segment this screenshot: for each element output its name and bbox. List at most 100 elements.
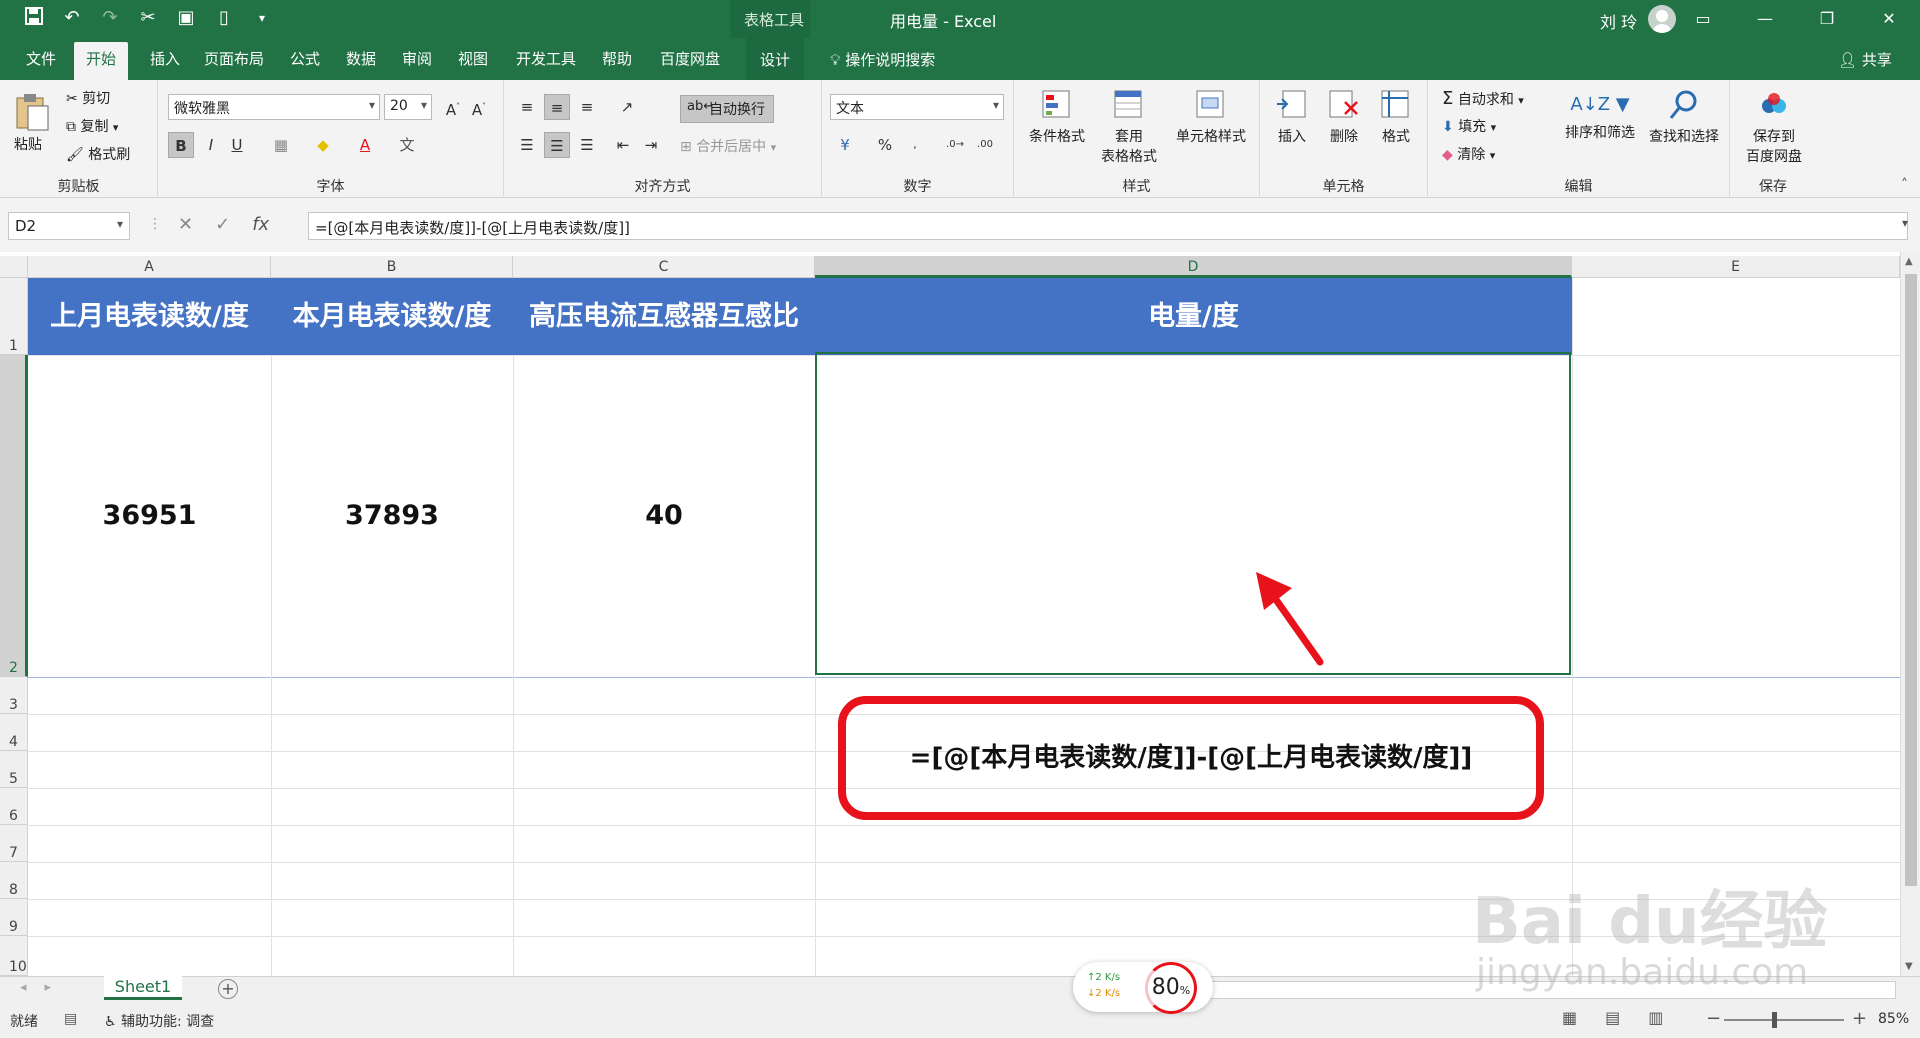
row-header-8[interactable]: 8 — [0, 862, 28, 899]
phonetic-icon[interactable]: 文 — [394, 132, 420, 158]
tab-insert[interactable]: 插入 — [144, 46, 186, 71]
tab-review[interactable]: 审阅 — [396, 46, 438, 71]
tab-view[interactable]: 视图 — [452, 46, 494, 71]
font-name-combo[interactable]: 微软雅黑 — [168, 94, 380, 120]
row-header-9[interactable]: 9 — [0, 899, 28, 936]
accessibility-status[interactable]: ♿︎ 辅助功能: 调查 — [104, 1011, 214, 1031]
restore-icon[interactable]: ❐ — [1796, 0, 1858, 38]
number-format-combo[interactable]: 文本 — [830, 94, 1004, 120]
save-to-netdisk-button[interactable]: 保存到 百度网盘 — [1736, 88, 1812, 166]
insert-function-icon[interactable]: fx — [252, 214, 269, 235]
cut-icon[interactable]: ✂ — [136, 6, 160, 30]
cut-button[interactable]: ✂ 剪切 — [66, 88, 110, 108]
borders-icon[interactable]: ▦ — [268, 132, 294, 158]
collapse-ribbon-icon[interactable]: ˄ — [1901, 177, 1908, 193]
network-speed-widget[interactable]: ↑2 K/s ↓2 K/s 80% — [1073, 962, 1213, 1014]
sheet-nav-arrows[interactable]: ◂▸ — [20, 980, 69, 995]
customize-qat-icon[interactable]: ▾ — [250, 6, 274, 30]
column-header-e[interactable]: E — [1572, 256, 1900, 278]
worksheet-grid[interactable]: A B C D E 1 2 3 4 5 6 7 8 9 10 上月电表读数/度 … — [0, 252, 1920, 976]
row-header-1[interactable]: 1 — [0, 278, 28, 355]
find-select-button[interactable]: 查找和选择 — [1642, 88, 1726, 146]
column-header-b[interactable]: B — [271, 256, 513, 278]
row-header-2[interactable]: 2 — [0, 355, 28, 677]
tab-design[interactable]: 设计 — [746, 38, 805, 80]
row-header-4[interactable]: 4 — [0, 714, 28, 751]
tell-me-search[interactable]: 💡︎ 操作说明搜索 — [830, 49, 935, 70]
cell-b2[interactable]: 37893 — [271, 355, 513, 677]
clear-button[interactable]: ◆ 清除 ▾ — [1442, 144, 1495, 164]
increase-font-icon[interactable]: A˄ — [440, 94, 466, 120]
sort-filter-button[interactable]: A↓Z ▼ 排序和筛选 — [1562, 88, 1638, 142]
align-right-icon[interactable]: ☰ — [574, 132, 600, 158]
format-cells-button[interactable]: 格式 — [1374, 88, 1418, 146]
insert-cells-button[interactable]: 插入 — [1270, 88, 1314, 146]
decrease-font-icon[interactable]: A˅ — [466, 94, 492, 120]
normal-view-icon[interactable]: ▦ — [1562, 1008, 1577, 1027]
conditional-format-button[interactable]: 条件格式 — [1024, 88, 1090, 146]
format-as-table-button[interactable]: 套用 表格格式 — [1094, 88, 1164, 166]
table-header-b[interactable]: 本月电表读数/度 — [271, 278, 513, 355]
decrease-indent-icon[interactable]: ⇤ — [610, 132, 636, 158]
column-header-c[interactable]: C — [513, 256, 815, 278]
tab-developer[interactable]: 开发工具 — [510, 46, 582, 71]
align-left-icon[interactable]: ☰ — [514, 132, 540, 158]
tab-page-layout[interactable]: 页面布局 — [198, 46, 270, 71]
column-header-d[interactable]: D — [815, 256, 1572, 278]
enter-icon[interactable]: ✓ — [215, 214, 230, 235]
minimize-icon[interactable]: — — [1734, 0, 1796, 38]
scroll-up-icon[interactable]: ▲ — [1905, 256, 1913, 267]
add-sheet-icon[interactable]: + — [218, 979, 238, 999]
row-header-3[interactable]: 3 — [0, 677, 28, 714]
scroll-down-icon[interactable]: ▼ — [1905, 961, 1913, 972]
increase-decimal-icon[interactable]: .0→ — [942, 132, 968, 158]
page-layout-view-icon[interactable]: ▤ — [1605, 1008, 1620, 1027]
tab-formulas[interactable]: 公式 — [284, 46, 326, 71]
new-document-icon[interactable]: ▯ — [212, 6, 236, 30]
close-icon[interactable]: ✕ — [1858, 0, 1920, 38]
format-painter-button[interactable]: 🖌︎ 格式刷 — [66, 144, 130, 164]
font-color-icon[interactable]: A — [352, 132, 378, 158]
comma-style-icon[interactable]: , — [902, 132, 928, 158]
copy-button[interactable]: ⧉ 复制 ▾ — [66, 116, 118, 136]
user-name[interactable]: 刘 玲 — [1600, 9, 1637, 33]
table-header-c[interactable]: 高压电流互感器互感比 — [513, 278, 815, 355]
tab-home[interactable]: 开始 — [74, 42, 129, 80]
zoom-level[interactable]: 85% — [1878, 1011, 1909, 1027]
table-header-d[interactable]: 电量/度 — [815, 278, 1572, 355]
redo-icon[interactable]: ↷ — [98, 6, 122, 30]
undo-icon[interactable]: ↶ — [60, 6, 84, 30]
formula-input[interactable]: =[@[本月电表读数/度]]-[@[上月电表读数/度]] — [308, 212, 1908, 240]
italic-button[interactable]: I — [198, 132, 224, 158]
row-header-6[interactable]: 6 — [0, 788, 28, 825]
bold-button[interactable]: B — [168, 132, 194, 158]
expand-formula-icon[interactable]: ▾ — [1902, 216, 1908, 230]
delete-cells-button[interactable]: 删除 — [1322, 88, 1366, 146]
share-button[interactable]: 👤︎ 共享 — [1838, 49, 1892, 70]
cell-styles-button[interactable]: 单元格样式 — [1168, 88, 1254, 146]
accounting-format-icon[interactable]: ¥ — [832, 132, 858, 158]
zoom-slider[interactable] — [1724, 1012, 1844, 1028]
page-break-view-icon[interactable]: ▥ — [1648, 1008, 1663, 1027]
macro-record-icon[interactable]: ▤ — [64, 1011, 77, 1027]
orientation-icon[interactable]: ↗ — [614, 94, 640, 120]
zoom-out-button[interactable]: − — [1706, 1008, 1721, 1029]
paste-button[interactable]: 粘贴 — [14, 92, 58, 162]
row-header-10[interactable]: 10 — [0, 936, 28, 976]
fill-button[interactable]: ⬇ 填充 ▾ — [1442, 116, 1496, 136]
cell-d2[interactable]: =[@[本月电表读数/度]]-[@[上月电表读数/度]] — [846, 704, 1536, 812]
autosum-button[interactable]: Σ 自动求和 ▾ — [1442, 88, 1524, 109]
name-box[interactable]: D2 — [8, 212, 130, 240]
horizontal-scrollbar[interactable] — [1196, 981, 1896, 999]
tab-data[interactable]: 数据 — [340, 46, 382, 71]
tab-baidu-netdisk[interactable]: 百度网盘 — [654, 46, 726, 71]
align-center-icon[interactable]: ☰ — [544, 132, 570, 158]
tab-file[interactable]: 文件 — [20, 46, 62, 71]
table-header-a[interactable]: 上月电表读数/度 — [28, 278, 271, 355]
select-all-corner[interactable] — [0, 256, 28, 278]
row-header-7[interactable]: 7 — [0, 825, 28, 862]
align-bottom-icon[interactable]: ≡ — [574, 94, 600, 120]
increase-indent-icon[interactable]: ⇥ — [638, 132, 664, 158]
align-top-icon[interactable]: ≡ — [514, 94, 540, 120]
align-middle-icon[interactable]: ≡ — [544, 94, 570, 120]
